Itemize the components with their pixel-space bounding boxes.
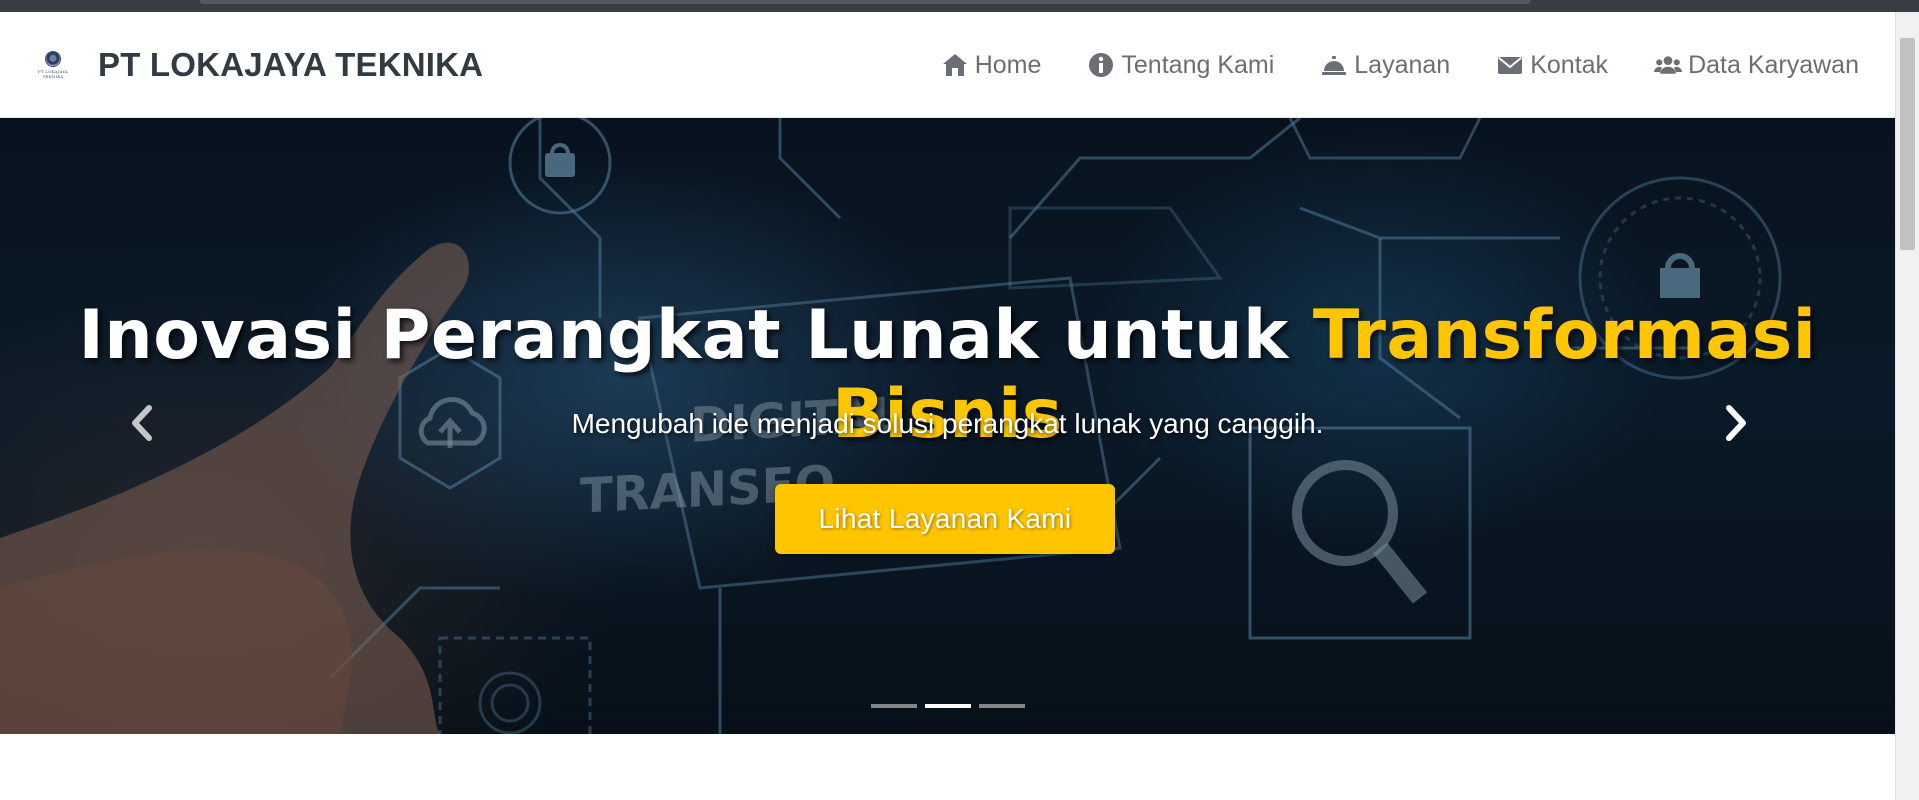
nav-item-label: Tentang Kami (1121, 50, 1275, 79)
chevron-right-icon (1726, 405, 1746, 441)
main-nav: Home Tentang Kami Layanan Kontak Data Ka… (895, 12, 1859, 118)
scrollbar-thumb[interactable] (1900, 38, 1915, 250)
hero-title-main: Inovasi Perangkat Lunak untuk (78, 296, 1313, 375)
navbar: PT LOKAJAYA TEKNIKA PT LOKAJAYA TEKNIKA … (0, 12, 1895, 118)
envelope-icon (1498, 57, 1523, 74)
info-circle-icon (1089, 53, 1114, 77)
nav-item-label: Data Karyawan (1688, 50, 1859, 79)
nav-item-layanan[interactable]: Layanan (1320, 51, 1450, 80)
brand[interactable]: PT LOKAJAYA TEKNIKA PT LOKAJAYA TEKNIKA (30, 42, 483, 88)
logo-emblem-icon (45, 51, 61, 67)
carousel-indicators (0, 704, 1895, 708)
nav-item-tentang-kami[interactable]: Tentang Kami (1087, 51, 1274, 80)
carousel-prev-button[interactable] (122, 393, 162, 453)
chevron-left-icon (132, 405, 152, 441)
nav-item-label: Layanan (1354, 50, 1451, 79)
home-icon (942, 54, 967, 76)
nav-item-home[interactable]: Home (941, 50, 1042, 80)
carousel-indicator-2[interactable] (924, 704, 971, 708)
logo-text: PT LOKAJAYA TEKNIKA (37, 69, 69, 79)
brand-name[interactable]: PT LOKAJAYA TEKNIKA (98, 46, 483, 84)
hero-subtitle: Mengubah ide menjadi solusi perangkat lu… (571, 408, 1324, 439)
nav-item-label: Kontak (1530, 50, 1609, 79)
brand-logo: PT LOKAJAYA TEKNIKA (30, 42, 76, 88)
nav-item-data-karyawan[interactable]: Data Karyawan (1654, 51, 1859, 80)
carousel-next-button[interactable] (1716, 393, 1756, 453)
cta-button[interactable]: Lihat Layanan Kami (775, 484, 1115, 554)
users-icon (1654, 56, 1683, 74)
nav-item-label: Home (974, 50, 1042, 79)
hero-carousel: DIGITAL TRANSFO Inovasi Perangkat Lunak … (0, 118, 1895, 734)
concierge-bell-icon (1322, 56, 1347, 75)
carousel-indicator-1[interactable] (870, 704, 917, 708)
nav-item-kontak[interactable]: Kontak (1496, 51, 1608, 80)
browser-top-strip (0, 0, 1919, 12)
browser-tab-edge (200, 0, 1530, 4)
page-scrollbar[interactable] (1895, 12, 1919, 800)
carousel-indicator-3[interactable] (978, 704, 1025, 708)
